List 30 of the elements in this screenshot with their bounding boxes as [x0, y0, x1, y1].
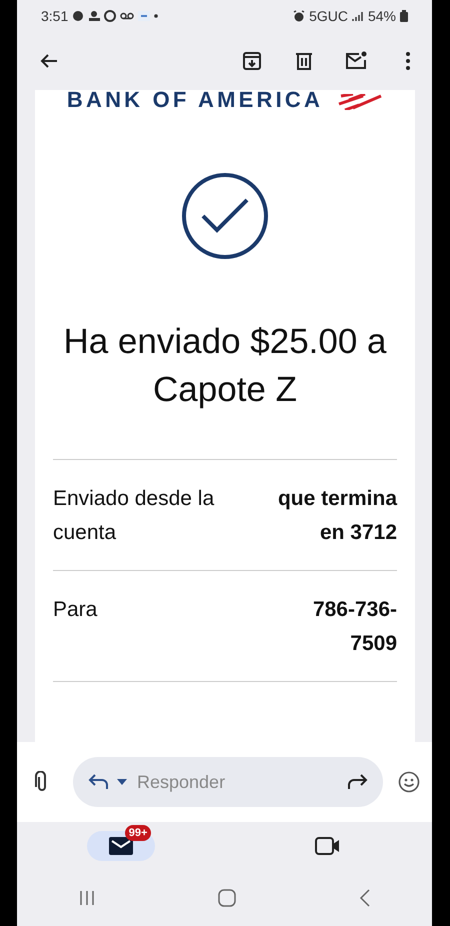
mail-icon [108, 837, 133, 855]
battery-icon [400, 10, 408, 22]
brand-logo-text: BANK OF AMERICA [66, 90, 324, 111]
signal-icon [352, 10, 364, 22]
caret-icon[interactable] [117, 779, 127, 785]
video-camera-icon [315, 836, 342, 856]
detail-label: Enviado desde la cuenta [53, 486, 216, 546]
detail-value: que termina en 3712 [276, 486, 397, 546]
recent-apps-icon[interactable] [78, 890, 96, 906]
reply-input[interactable]: Responder [135, 768, 285, 796]
archive-icon[interactable] [240, 49, 264, 73]
home-icon[interactable] [218, 889, 236, 907]
confirmation-headline: Ha enviado $25.00 a Capote Z [62, 321, 388, 411]
reply-field[interactable]: Responder [73, 757, 383, 807]
checkmark-circle-icon [181, 172, 269, 260]
back-icon[interactable] [358, 889, 371, 907]
clock-time: 3:51 [41, 6, 68, 26]
voicemail-icon [120, 10, 134, 22]
detail-value: 786-736-7509 [312, 597, 397, 657]
network-type: 5GUC [309, 6, 348, 26]
more-notifications-icon [154, 14, 158, 18]
alarm-icon [293, 10, 306, 22]
person-icon [88, 10, 100, 22]
reply-arrow-icon[interactable] [87, 773, 109, 791]
unread-count-badge: 99+ [124, 825, 152, 841]
emoji-icon[interactable] [398, 771, 420, 793]
attachment-icon[interactable] [35, 771, 49, 793]
detail-label: Para [53, 597, 98, 623]
battery-percent: 54% [368, 6, 396, 26]
forward-arrow-icon[interactable] [347, 773, 369, 791]
